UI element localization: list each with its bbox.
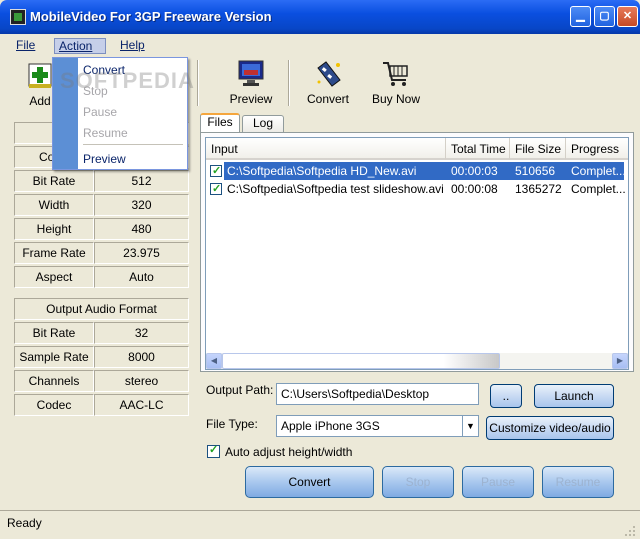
menu-action[interactable]: Action: [54, 38, 106, 54]
file-type-select[interactable]: Apple iPhone 3GS ▼: [276, 415, 479, 437]
scroll-left-icon[interactable]: ◀: [206, 353, 222, 369]
scroll-right-icon[interactable]: ▶: [612, 353, 628, 369]
cart-icon: [383, 62, 408, 86]
toolbar-buy-button[interactable]: Buy Now: [368, 60, 424, 106]
add-icon: [28, 63, 52, 88]
auto-adjust-checkbox[interactable]: [207, 443, 220, 458]
row-input: C:\Softpedia\Softpedia HD_New.avi: [227, 164, 417, 178]
title-bar: MobileVideo For 3GP Freeware Version ▁ ▢…: [0, 0, 640, 34]
column-header-progress[interactable]: Progress: [566, 138, 628, 160]
video-height-label: Height: [14, 218, 94, 240]
audio-channels-value[interactable]: stereo: [94, 370, 189, 392]
toolbar-convert-button[interactable]: Convert: [302, 60, 354, 106]
menu-help[interactable]: Help: [116, 38, 149, 54]
auto-adjust-label: Auto adjust height/width: [225, 445, 353, 459]
monitor-icon: [238, 60, 264, 86]
video-height-value[interactable]: 480: [94, 218, 189, 240]
column-header-file-size[interactable]: File Size: [510, 138, 566, 160]
tab-log[interactable]: Log: [242, 115, 284, 132]
browse-button[interactable]: ..: [490, 384, 522, 408]
audio-samplerate-label: Sample Rate: [14, 346, 94, 368]
resize-grip-icon[interactable]: [624, 525, 636, 537]
table-row[interactable]: C:\Softpedia\Softpedia test slideshow.av…: [206, 180, 626, 198]
row-size: 1365272: [515, 182, 562, 196]
video-width-label: Width: [14, 194, 94, 216]
audio-bitrate-value[interactable]: 32: [94, 322, 189, 344]
video-framerate-value[interactable]: 23.975: [94, 242, 189, 264]
status-bar: Ready: [0, 510, 640, 539]
audio-bitrate-label: Bit Rate: [14, 322, 94, 344]
app-icon: [10, 9, 26, 25]
row-time: 00:00:03: [451, 164, 498, 178]
toolbar-convert-label: Convert: [306, 92, 350, 106]
audio-channels-label: Channels: [14, 370, 94, 392]
toolbar-separator: [288, 60, 290, 106]
video-bitrate-value[interactable]: 512: [94, 170, 189, 192]
file-type-label: File Type:: [206, 417, 258, 431]
file-type-value: Apple iPhone 3GS: [281, 419, 380, 433]
resume-button[interactable]: Resume: [542, 466, 614, 498]
video-aspect-label: Aspect: [14, 266, 94, 288]
output-path-label: Output Path:: [206, 383, 274, 397]
audio-codec-label: Codec: [14, 394, 94, 416]
chevron-down-icon[interactable]: ▼: [462, 416, 478, 436]
video-aspect-value[interactable]: Auto: [94, 266, 189, 288]
close-button[interactable]: ✕: [617, 6, 638, 27]
status-text: Ready: [7, 516, 42, 530]
row-checkbox[interactable]: [210, 180, 222, 198]
audio-codec-value[interactable]: AAC-LC: [94, 394, 189, 416]
film-convert-icon: [317, 61, 341, 87]
row-progress: Complet...: [571, 182, 626, 196]
column-header-total-time[interactable]: Total Time: [446, 138, 510, 160]
customize-button[interactable]: Customize video/audio: [486, 416, 614, 440]
toolbar-preview-label: Preview: [229, 92, 273, 106]
stop-button[interactable]: Stop: [382, 466, 454, 498]
menu-item-preview[interactable]: Preview: [83, 150, 126, 168]
window-title: MobileVideo For 3GP Freeware Version: [30, 9, 272, 24]
file-list[interactable]: Input Total Time File Size Progress C:\S…: [205, 137, 629, 370]
video-bitrate-label: Bit Rate: [14, 170, 94, 192]
output-path-input[interactable]: C:\Users\Softpedia\Desktop: [276, 383, 479, 405]
video-framerate-label: Frame Rate: [14, 242, 94, 264]
toolbar-buy-label: Buy Now: [371, 92, 421, 106]
row-time: 00:00:08: [451, 182, 498, 196]
row-progress: Complet...: [571, 164, 626, 178]
toolbar-preview-button[interactable]: Preview: [225, 60, 277, 106]
menu-item-pause[interactable]: Pause: [83, 103, 117, 121]
video-width-value[interactable]: 320: [94, 194, 189, 216]
pause-button[interactable]: Pause: [462, 466, 534, 498]
audio-format-header: Output Audio Format: [14, 298, 189, 320]
toolbar-separator: [197, 60, 199, 106]
maximize-button[interactable]: ▢: [594, 6, 615, 27]
launch-button[interactable]: Launch: [534, 384, 614, 408]
row-input: C:\Softpedia\Softpedia test slideshow.av…: [227, 182, 444, 196]
row-checkbox[interactable]: [210, 162, 222, 180]
convert-button[interactable]: Convert: [245, 466, 374, 498]
menu-file[interactable]: File: [12, 38, 39, 54]
minimize-button[interactable]: ▁: [570, 6, 591, 27]
menu-separator: [83, 144, 183, 145]
table-row[interactable]: C:\Softpedia\Softpedia HD_New.avi 00:00:…: [206, 162, 626, 180]
tab-files[interactable]: Files: [200, 113, 240, 133]
row-size: 510656: [515, 164, 556, 178]
column-header-input[interactable]: Input: [206, 138, 446, 160]
menu-item-resume[interactable]: Resume: [83, 124, 128, 142]
watermark: SOFTPEDIA: [60, 68, 195, 93]
scrollbar-thumb[interactable]: [222, 353, 500, 369]
audio-samplerate-value[interactable]: 8000: [94, 346, 189, 368]
